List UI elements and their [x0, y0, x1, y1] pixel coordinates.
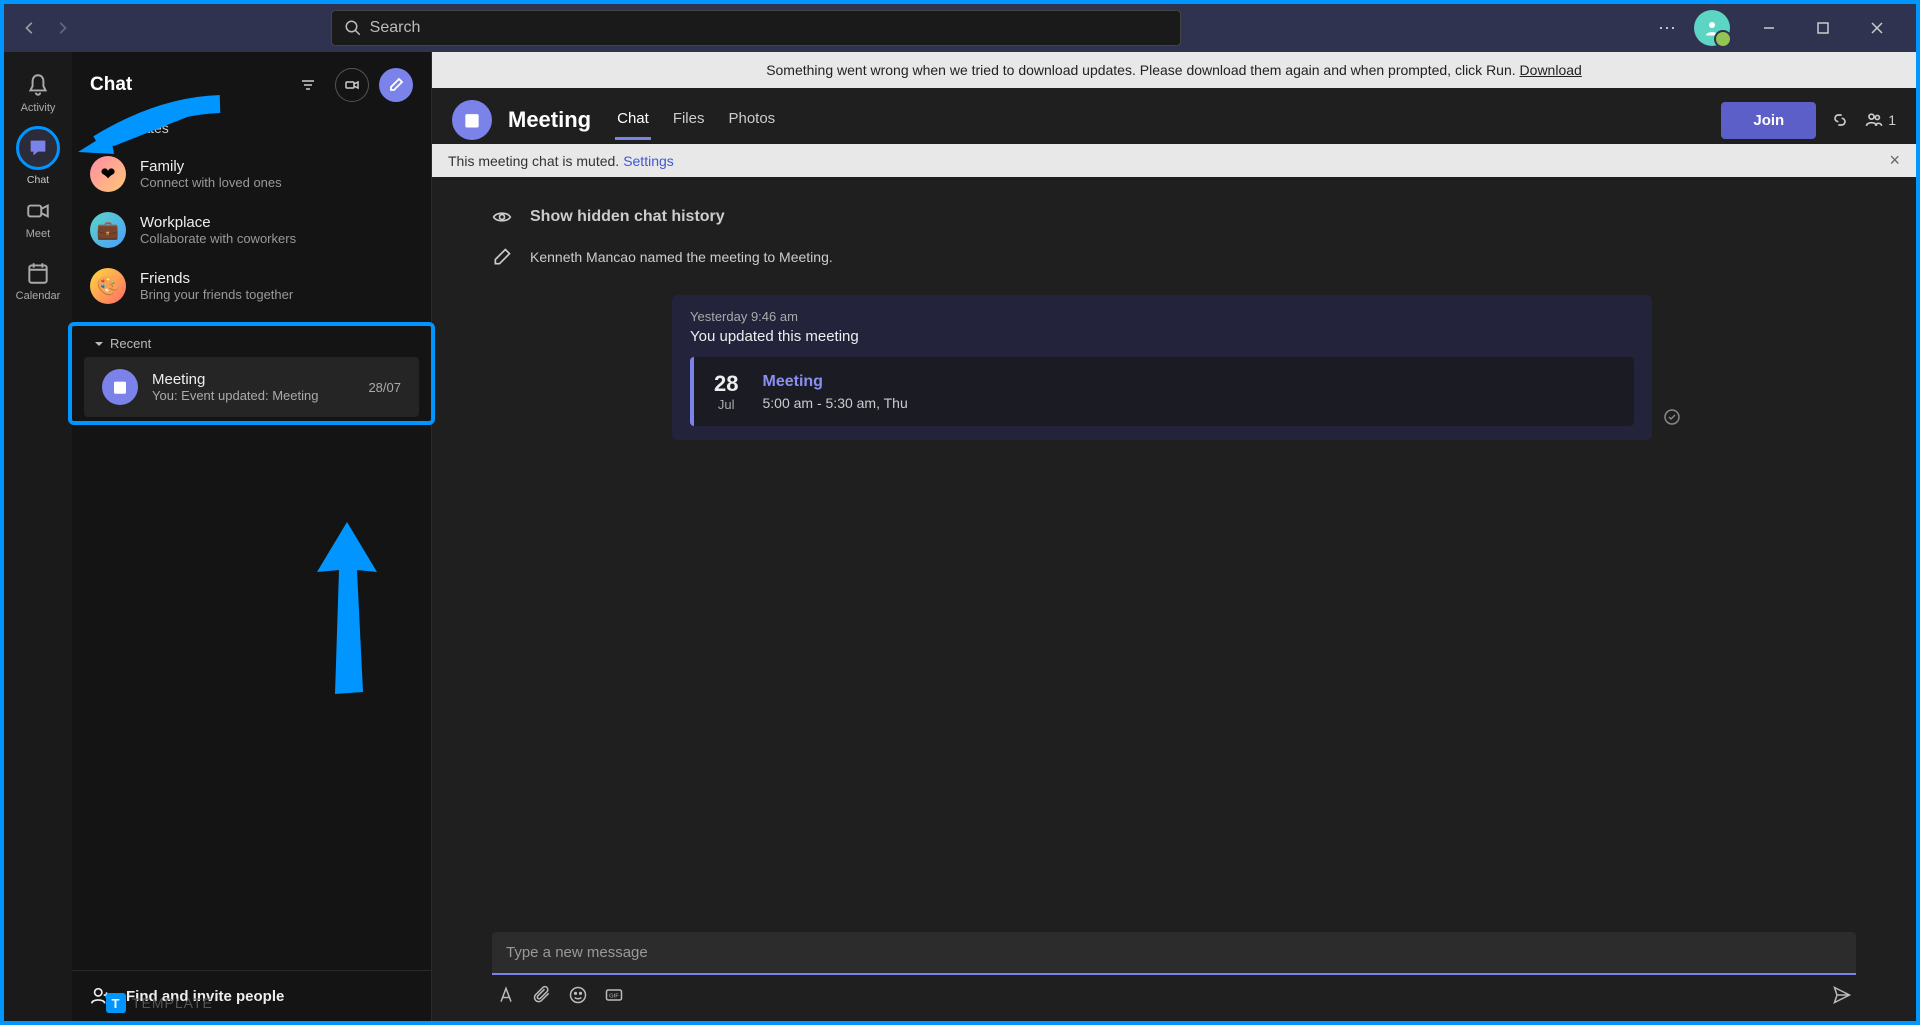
- window-maximize-button[interactable]: [1800, 12, 1846, 44]
- chat-icon: [27, 137, 49, 159]
- tab-photos[interactable]: Photos: [726, 100, 777, 140]
- meeting-badge-icon: [452, 100, 492, 140]
- heart-icon: ❤: [90, 156, 126, 192]
- rail-activity-label: Activity: [21, 102, 56, 114]
- nav-forward-button[interactable]: [48, 14, 76, 42]
- tab-files[interactable]: Files: [671, 100, 707, 140]
- recent-chat-meeting[interactable]: Meeting You: Event updated: Meeting 28/0…: [84, 357, 419, 417]
- search-placeholder: Search: [370, 19, 421, 37]
- template-sub: Collaborate with coworkers: [140, 231, 296, 246]
- link-icon: [1830, 110, 1850, 130]
- send-icon[interactable]: [1832, 985, 1852, 1005]
- pencil-icon: [492, 247, 512, 267]
- search-icon: [344, 19, 362, 37]
- message-read-icon: [1664, 409, 1680, 430]
- templates-header: emplates: [90, 114, 413, 146]
- person-icon: [1703, 19, 1721, 37]
- event-name: Meeting: [762, 373, 907, 391]
- meeting-update-card: Yesterday 9:46 am You updated this meeti…: [672, 295, 1652, 440]
- calendar-icon: [25, 260, 51, 286]
- copy-link-button[interactable]: [1830, 110, 1850, 130]
- rail-activity[interactable]: Activity: [10, 64, 66, 122]
- rail-chat[interactable]: Chat: [16, 126, 60, 186]
- tab-chat[interactable]: Chat: [615, 100, 651, 140]
- content-title: Meeting: [508, 107, 591, 133]
- svg-text:GIF: GIF: [609, 994, 619, 1000]
- chevron-down-icon: [94, 339, 104, 349]
- system-message-named: Kenneth Mancao named the meeting to Meet…: [492, 237, 1856, 277]
- emoji-icon[interactable]: [568, 985, 588, 1005]
- rail-meet[interactable]: Meet: [10, 190, 66, 248]
- app-rail: Activity Chat Meet Calendar: [4, 52, 72, 1021]
- chat-list-panel: Chat emplates ❤ Family Connect with love…: [72, 52, 432, 1021]
- event-details-card[interactable]: 28 Jul Meeting 5:00 am - 5:30 am, Thu: [690, 357, 1634, 426]
- format-icon[interactable]: [496, 985, 516, 1005]
- bell-icon: [25, 72, 51, 98]
- template-sub: Bring your friends together: [140, 287, 293, 302]
- event-when: 5:00 am - 5:30 am, Thu: [762, 395, 907, 411]
- rail-calendar[interactable]: Calendar: [10, 252, 66, 310]
- watermark: T TEMPLATE: [106, 993, 213, 1013]
- palette-icon: 🎨: [90, 268, 126, 304]
- rail-calendar-label: Calendar: [16, 290, 61, 302]
- rail-meet-label: Meet: [26, 228, 50, 240]
- template-title: Friends: [140, 270, 293, 287]
- template-workplace[interactable]: 💼 Workplace Collaborate with coworkers: [90, 202, 413, 258]
- muted-close-button[interactable]: ×: [1889, 150, 1900, 171]
- more-options-button[interactable]: ⋯: [1658, 18, 1678, 39]
- update-alert-bar: Something went wrong when we tried to do…: [432, 52, 1916, 88]
- recent-sub: You: Event updated: Meeting: [152, 388, 354, 403]
- recent-date: 28/07: [368, 380, 401, 395]
- template-title: Workplace: [140, 214, 296, 231]
- new-chat-button[interactable]: [379, 68, 413, 102]
- window-close-button[interactable]: [1854, 12, 1900, 44]
- muted-settings-link[interactable]: Settings: [623, 153, 674, 169]
- eye-icon: [492, 207, 512, 227]
- download-link[interactable]: Download: [1520, 62, 1582, 78]
- rail-chat-label: Chat: [16, 174, 60, 186]
- filter-button[interactable]: [291, 68, 325, 102]
- show-hidden-history[interactable]: Show hidden chat history: [492, 197, 1856, 237]
- participants-button[interactable]: 1: [1864, 110, 1896, 130]
- calendar-badge-icon: [102, 369, 138, 405]
- attach-icon[interactable]: [532, 985, 552, 1005]
- chat-content: Something went wrong when we tried to do…: [432, 52, 1916, 1021]
- recent-header[interactable]: Recent: [76, 330, 427, 357]
- event-time: Yesterday 9:46 am: [690, 309, 1634, 324]
- titlebar: Search ⋯: [4, 4, 1916, 52]
- search-input[interactable]: Search: [331, 10, 1181, 46]
- join-button[interactable]: Join: [1721, 102, 1816, 139]
- event-headline: You updated this meeting: [690, 328, 1634, 345]
- event-day: 28: [714, 371, 738, 397]
- annotation-arrow-recent: [307, 522, 387, 707]
- template-family[interactable]: ❤ Family Connect with loved ones: [90, 146, 413, 202]
- template-friends[interactable]: 🎨 Friends Bring your friends together: [90, 258, 413, 314]
- recent-highlight-box: Recent Meeting You: Event updated: Meeti…: [68, 322, 435, 425]
- briefcase-icon: 💼: [90, 212, 126, 248]
- message-input[interactable]: Type a new message: [492, 932, 1856, 975]
- people-icon: [1864, 110, 1884, 130]
- template-title: Family: [140, 158, 282, 175]
- muted-notice-bar: This meeting chat is muted. Settings ×: [432, 144, 1916, 177]
- recent-title: Meeting: [152, 371, 354, 388]
- event-month: Jul: [714, 397, 738, 412]
- video-icon: [25, 198, 51, 224]
- template-sub: Connect with loved ones: [140, 175, 282, 190]
- chat-panel-title: Chat: [90, 74, 291, 96]
- gif-icon[interactable]: GIF: [604, 985, 624, 1005]
- window-minimize-button[interactable]: [1746, 12, 1792, 44]
- nav-back-button[interactable]: [16, 14, 44, 42]
- user-avatar[interactable]: [1694, 10, 1730, 46]
- meet-now-button[interactable]: [335, 68, 369, 102]
